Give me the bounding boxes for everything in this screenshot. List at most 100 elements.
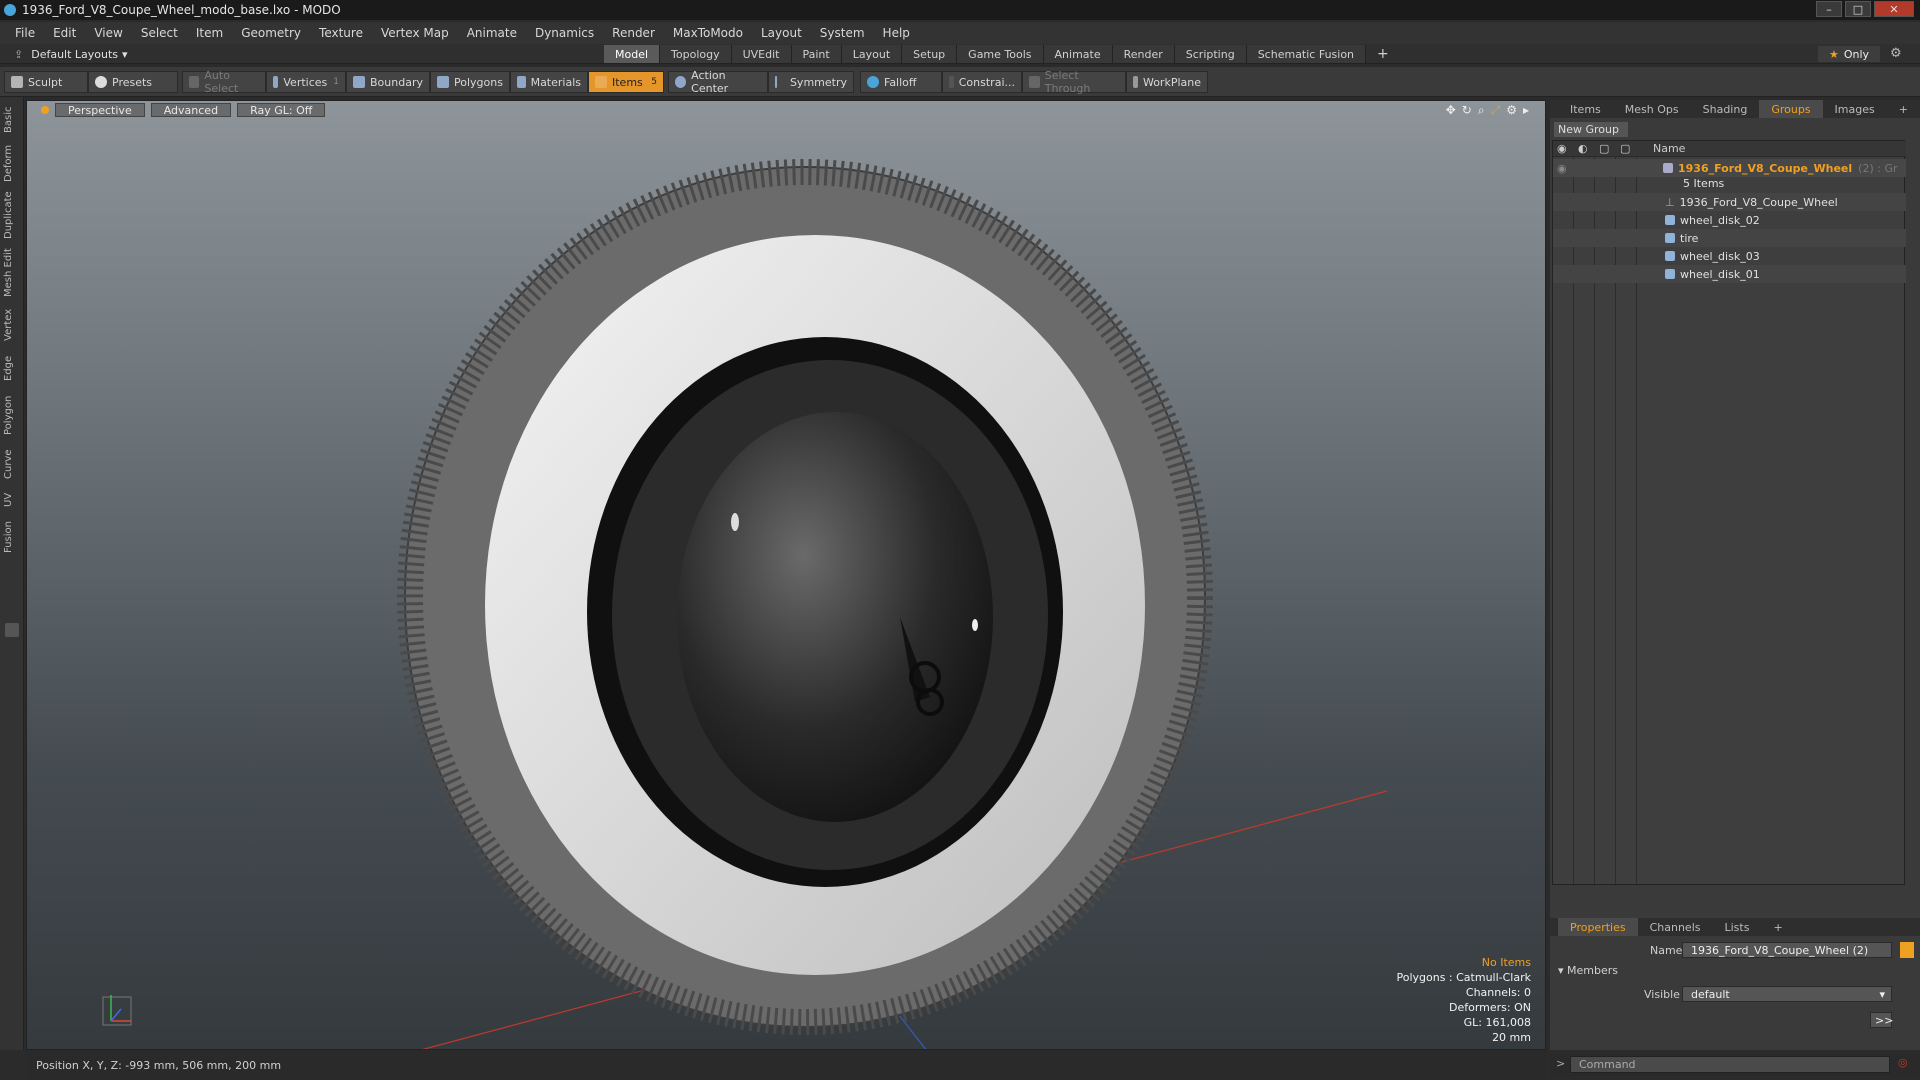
list-item[interactable]: wheel_disk_01 xyxy=(1553,265,1906,283)
menu-texture[interactable]: Texture xyxy=(310,26,372,40)
new-group-button[interactable]: New Group xyxy=(1554,122,1628,137)
group-suffix: (2) : Gr xyxy=(1858,161,1898,175)
group-visibility-icon[interactable]: ◉ xyxy=(1557,162,1567,175)
tab-topology[interactable]: Topology xyxy=(660,45,732,63)
tab-scripting[interactable]: Scripting xyxy=(1174,45,1247,63)
materials-button[interactable]: Materials xyxy=(510,71,588,93)
list-item[interactable]: wheel_disk_02 xyxy=(1553,211,1906,229)
chevron-down-icon: ▾ xyxy=(1879,987,1885,1001)
command-input[interactable]: Command xyxy=(1570,1056,1890,1073)
group-row[interactable]: ◉ 1936_Ford_V8_Coupe_Wheel (2) : Gr xyxy=(1553,159,1906,177)
left-tab-edge[interactable]: Edge xyxy=(3,351,21,385)
tab-images[interactable]: Images xyxy=(1823,100,1887,118)
3d-viewport[interactable]: Perspective Advanced Ray GL: Off ✥ ↻ ⌕ ⤢… xyxy=(26,100,1546,1050)
right-panel: Items Mesh Ops Shading Groups Images + N… xyxy=(1550,100,1920,1050)
menu-view[interactable]: View xyxy=(85,26,131,40)
menu-maxtomodo[interactable]: MaxToModo xyxy=(664,26,752,40)
action-center-button[interactable]: Action Center xyxy=(668,69,768,95)
menu-system[interactable]: System xyxy=(811,26,874,40)
menu-geometry[interactable]: Geometry xyxy=(232,26,310,40)
menu-layout[interactable]: Layout xyxy=(752,26,811,40)
menu-dynamics[interactable]: Dynamics xyxy=(526,26,603,40)
tab-items[interactable]: Items xyxy=(1558,100,1613,118)
select-through-icon xyxy=(1029,76,1040,88)
members-section[interactable]: ▾ Members xyxy=(1558,964,1618,977)
tab-channels[interactable]: Channels xyxy=(1638,918,1713,936)
stats-gl: GL: 161,008 xyxy=(1463,1016,1531,1029)
list-item[interactable]: ⊥ 1936_Ford_V8_Coupe_Wheel xyxy=(1553,193,1906,211)
menu-item[interactable]: Item xyxy=(187,26,232,40)
render-toggle-icon: ◐ xyxy=(1578,142,1588,155)
list-item[interactable]: wheel_disk_03 xyxy=(1553,247,1906,265)
menu-animate[interactable]: Animate xyxy=(458,26,526,40)
tab-mesh-ops[interactable]: Mesh Ops xyxy=(1613,100,1691,118)
add-properties-tab-icon[interactable]: + xyxy=(1761,918,1794,936)
layout-dropdown[interactable]: ⇪ Default Layouts ▾ xyxy=(14,44,128,64)
left-tab-polygon[interactable]: Polygon xyxy=(3,391,21,439)
gear-icon[interactable]: ⚙ xyxy=(1890,46,1902,61)
visible-dropdown[interactable]: default ▾ xyxy=(1682,986,1892,1002)
menu-help[interactable]: Help xyxy=(874,26,919,40)
minimize-button[interactable]: – xyxy=(1816,1,1842,17)
add-panel-tab-icon[interactable]: + xyxy=(1887,100,1920,118)
only-label: Only xyxy=(1843,47,1870,61)
items-button[interactable]: Items 5 xyxy=(588,71,664,93)
only-button[interactable]: ★ Only xyxy=(1818,46,1880,62)
auto-select-button[interactable]: Auto Select xyxy=(182,69,266,95)
vertices-button[interactable]: Vertices 1 xyxy=(266,71,346,93)
tab-paint[interactable]: Paint xyxy=(791,45,842,63)
visibility-eye-icon: ◉ xyxy=(1557,142,1567,155)
sculpt-button[interactable]: Sculpt xyxy=(4,71,88,93)
boundary-button[interactable]: Boundary xyxy=(346,71,430,93)
tab-render[interactable]: Render xyxy=(1112,45,1175,63)
stats-channels: Channels: 0 xyxy=(1465,986,1531,999)
symmetry-button[interactable]: Symmetry xyxy=(768,71,854,93)
command-history-icon[interactable]: ◎ xyxy=(1898,1056,1908,1069)
name-field[interactable]: 1936_Ford_V8_Coupe_Wheel (2) xyxy=(1682,942,1892,958)
maximize-button[interactable]: □ xyxy=(1845,1,1871,17)
tab-setup[interactable]: Setup xyxy=(902,45,958,63)
tab-layout[interactable]: Layout xyxy=(841,45,903,63)
close-button[interactable]: ✕ xyxy=(1874,1,1914,17)
list-item[interactable]: tire xyxy=(1553,229,1906,247)
menu-file[interactable]: File xyxy=(6,26,44,40)
tab-game-tools[interactable]: Game Tools xyxy=(957,45,1044,63)
expand-button[interactable]: >> xyxy=(1870,1012,1893,1028)
tab-lists[interactable]: Lists xyxy=(1713,918,1762,936)
menu-edit[interactable]: Edit xyxy=(44,26,85,40)
group-name: 1936_Ford_V8_Coupe_Wheel xyxy=(1678,161,1853,175)
tab-shading[interactable]: Shading xyxy=(1691,100,1760,118)
menu-vertex-map[interactable]: Vertex Map xyxy=(372,26,458,40)
left-tab-duplicate[interactable]: Duplicate xyxy=(3,189,21,241)
tab-groups[interactable]: Groups xyxy=(1759,100,1823,118)
workplane-button[interactable]: WorkPlane xyxy=(1126,71,1208,93)
wheel-model[interactable] xyxy=(385,157,1215,1037)
falloff-button[interactable]: Falloff xyxy=(860,71,942,93)
left-tab-basic[interactable]: Basic xyxy=(3,103,21,137)
name-label: Name xyxy=(1650,944,1683,957)
left-tab-mesh-edit[interactable]: Mesh Edit xyxy=(3,247,21,299)
tab-properties[interactable]: Properties xyxy=(1558,918,1638,936)
polygons-button[interactable]: Polygons xyxy=(430,71,510,93)
menu-render[interactable]: Render xyxy=(603,26,664,40)
tab-animate[interactable]: Animate xyxy=(1043,45,1113,63)
toggle-toolbox-icon[interactable] xyxy=(5,623,19,637)
presets-button[interactable]: Presets xyxy=(88,71,178,93)
stats-items: No Items xyxy=(1481,956,1531,969)
add-tab-icon[interactable]: + xyxy=(1366,45,1400,63)
constraints-button[interactable]: Constrai... xyxy=(942,71,1022,93)
left-tab-fusion[interactable]: Fusion xyxy=(3,517,21,557)
tab-uvedit[interactable]: UVEdit xyxy=(731,45,792,63)
left-tab-curve[interactable]: Curve xyxy=(3,445,21,483)
color-swatch[interactable] xyxy=(1900,942,1914,958)
tab-model[interactable]: Model xyxy=(604,45,661,63)
modo-app-icon xyxy=(4,4,16,16)
menu-select[interactable]: Select xyxy=(132,26,187,40)
select-through-button[interactable]: Select Through xyxy=(1022,69,1126,95)
left-tab-uv[interactable]: UV xyxy=(3,489,21,511)
tab-schematic-fusion[interactable]: Schematic Fusion xyxy=(1246,45,1367,63)
left-tool-tabs: Basic Deform Duplicate Mesh Edit Vertex … xyxy=(0,97,24,1050)
window-controls: – □ ✕ xyxy=(1816,1,1914,17)
left-tab-deform[interactable]: Deform xyxy=(3,143,21,183)
left-tab-vertex[interactable]: Vertex xyxy=(3,305,21,345)
